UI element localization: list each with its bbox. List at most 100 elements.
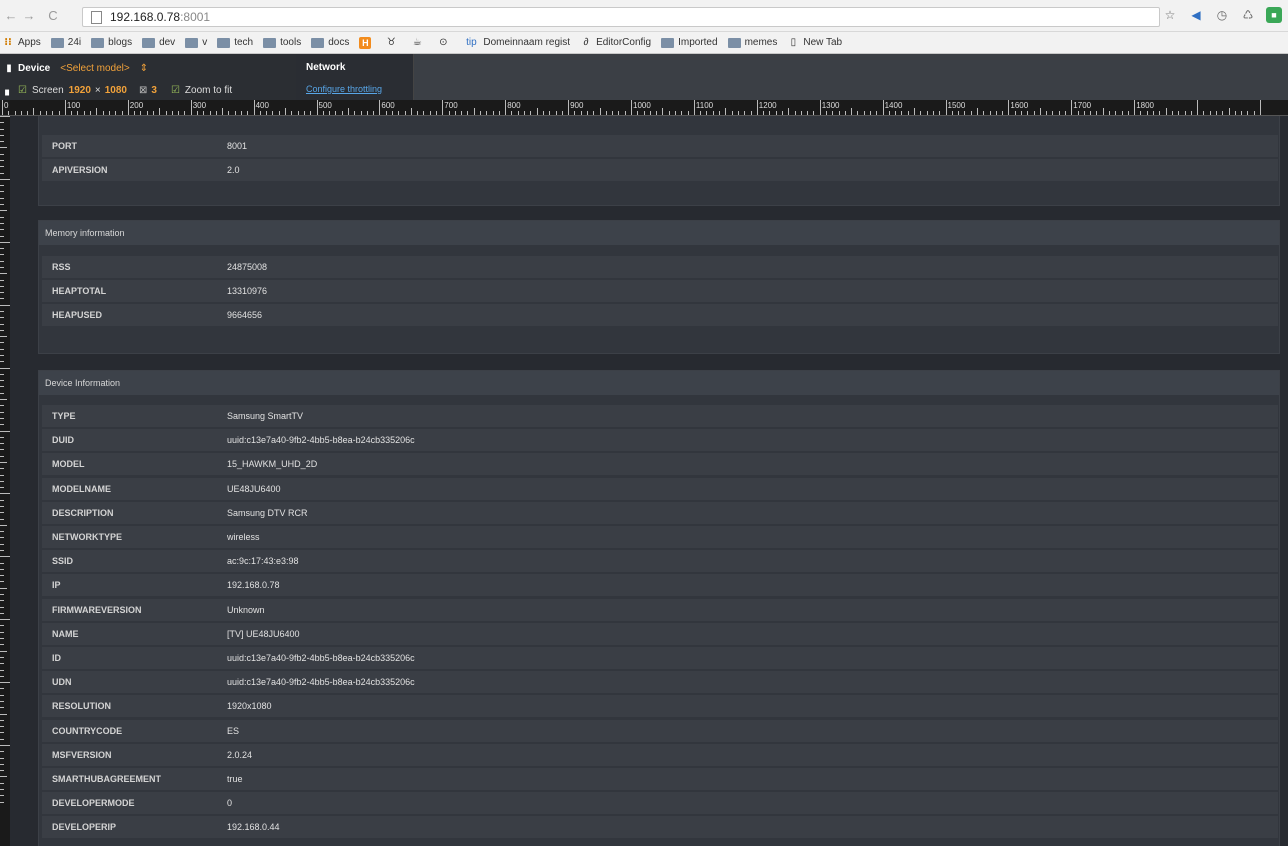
- ruler-tick: [794, 111, 796, 115]
- select-arrows-icon[interactable]: ⇕: [140, 63, 148, 74]
- bookmark-orange-app[interactable]: H: [359, 36, 375, 49]
- bookmark-apps[interactable]: ⁝⁝ Apps: [2, 37, 41, 49]
- ruler-tick: [1146, 111, 1148, 115]
- ruler-tick: [0, 216, 4, 218]
- bookmark-imported[interactable]: Imported: [661, 37, 718, 48]
- ruler-tick: [1109, 111, 1111, 115]
- ruler-tick: [347, 108, 349, 115]
- ruler-tick: [0, 745, 10, 746]
- dpr-input[interactable]: 3: [151, 85, 157, 96]
- bookmark-v[interactable]: v: [185, 37, 207, 48]
- bookmark-24i[interactable]: 24i: [50, 37, 82, 48]
- bookmark-editorconfig[interactable]: ∂ EditorConfig: [580, 37, 652, 49]
- ruler-tick: [0, 323, 4, 325]
- ruler-tick: [379, 100, 381, 115]
- row-value: 13310976: [227, 286, 268, 296]
- ruler-tick: [178, 111, 180, 115]
- bookmark-memes[interactable]: memes: [727, 37, 777, 48]
- zoom-checkbox[interactable]: ☑: [171, 85, 180, 96]
- ruler-tick: [285, 108, 287, 115]
- ruler-tick: [549, 111, 551, 115]
- extension-green-icon[interactable]: ■: [1266, 7, 1282, 23]
- recycle-icon[interactable]: ♺: [1240, 7, 1256, 23]
- bookmark-new-tab[interactable]: ▯ New Tab: [787, 37, 843, 49]
- page-icon: ▯: [790, 37, 797, 48]
- bookmark-cup[interactable]: ☕: [411, 37, 427, 49]
- ruler-tick: [0, 310, 4, 312]
- row-key: APIVERSION: [52, 165, 108, 175]
- ruler-tick: [0, 348, 4, 350]
- ruler-tick: [0, 474, 4, 476]
- ruler-tick: [907, 111, 909, 115]
- bookmark-docs[interactable]: docs: [311, 37, 349, 48]
- ruler-tick: [0, 682, 10, 684]
- ruler-tick: [0, 468, 4, 470]
- ruler-tick: [335, 111, 337, 115]
- ruler-tick: [46, 111, 48, 115]
- reload-icon[interactable]: C: [46, 7, 60, 25]
- ruler-tick: [0, 625, 4, 627]
- ruler-tick: [819, 100, 821, 115]
- ruler-tick: [115, 111, 117, 115]
- ruler-tick: [33, 108, 35, 115]
- memory-row-rss: RSS 24875008: [42, 256, 1278, 278]
- row-key: HEAPTOTAL: [52, 286, 107, 296]
- ruler-tick: [0, 795, 4, 797]
- ruler-tick: [662, 108, 664, 115]
- ruler-tick: [0, 392, 4, 394]
- star-icon[interactable]: ☆: [1162, 7, 1178, 23]
- model-select[interactable]: <Select model>: [60, 63, 130, 74]
- ruler-tick: [8, 111, 10, 115]
- bookmark-tech[interactable]: tech: [217, 37, 253, 48]
- bookmark-github[interactable]: ⊙: [437, 37, 453, 49]
- address-bar[interactable]: 192.168.0.78:8001: [82, 7, 1160, 27]
- bookmark-dev[interactable]: dev: [142, 37, 175, 48]
- bookmark-label: EditorConfig: [596, 37, 652, 48]
- screen-height-input[interactable]: 1080: [105, 85, 127, 96]
- ruler-tick: [775, 111, 777, 115]
- ruler-tick: [0, 493, 10, 495]
- ruler-tick: [39, 111, 41, 115]
- dock-icon[interactable]: ▮: [0, 63, 18, 74]
- forward-icon[interactable]: →: [22, 7, 36, 25]
- ruler-tick: [945, 100, 947, 115]
- extension-icons: ☆ ◀ ◷ ♺ ■: [1162, 7, 1282, 23]
- ruler-tick: [140, 111, 142, 115]
- zoom-label: Zoom to fit: [184, 84, 233, 96]
- bookmark-blogs[interactable]: blogs: [91, 37, 132, 48]
- bookmark-robot[interactable]: ♉: [385, 37, 401, 49]
- ruler-label: 1600: [1010, 101, 1029, 110]
- back-icon[interactable]: ←: [4, 7, 18, 25]
- ruler-tick: [0, 191, 4, 193]
- screen-checkbox[interactable]: ☑: [18, 85, 27, 96]
- ruler-tick: [574, 111, 576, 115]
- ruler-tick: [0, 355, 4, 357]
- ruler-tick: [171, 111, 173, 115]
- ruler-tick: [0, 568, 4, 570]
- screen-width-input[interactable]: 1920: [69, 85, 91, 96]
- ruler-tick: [1203, 111, 1205, 115]
- folder-icon: [185, 37, 199, 48]
- announcement-icon[interactable]: ◀: [1188, 7, 1204, 23]
- ruler-tick: [1197, 100, 1199, 115]
- bookmark-tools[interactable]: tools: [263, 37, 301, 48]
- bookmark-label: 24i: [67, 37, 82, 48]
- ruler-tick: [1234, 111, 1236, 115]
- ruler-tick: [354, 111, 356, 115]
- ruler-tick: [0, 417, 4, 419]
- ruler-label: 0: [4, 101, 9, 110]
- bookmark-domeinnaam[interactable]: tip Domeinnaam regist: [463, 37, 570, 49]
- page-content[interactable]: PORT 8001 APIVERSION 2.0 Memory informat…: [10, 116, 1288, 846]
- ruler-label: 900: [570, 101, 584, 110]
- side-icon: ▖: [5, 84, 13, 96]
- ruler-tick: [492, 111, 494, 115]
- configure-throttling-link[interactable]: Configure throttling: [306, 84, 382, 94]
- ruler-tick: [756, 100, 758, 115]
- device-row-id: ID uuid:c13e7a40-9fb2-4bb5-b8ea-b24cb3352…: [42, 647, 1278, 669]
- clock-icon[interactable]: ◷: [1214, 7, 1230, 23]
- ruler-tick: [398, 111, 400, 115]
- ruler-tick: [0, 688, 4, 690]
- ruler-tick: [781, 111, 783, 115]
- ruler-tick: [0, 235, 4, 237]
- row-key: UDN: [52, 677, 72, 688]
